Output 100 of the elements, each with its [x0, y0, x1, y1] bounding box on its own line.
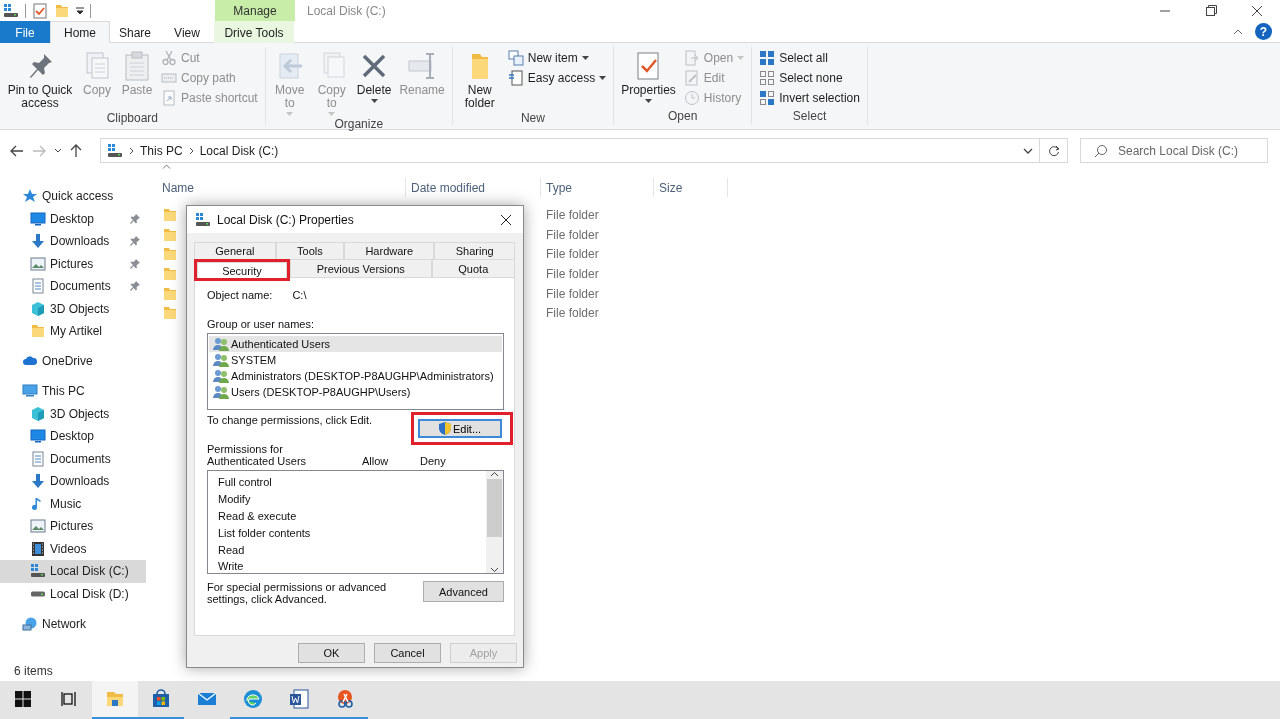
- table-cell: File folder: [546, 227, 599, 242]
- nav-item[interactable]: OneDrive: [0, 350, 146, 373]
- ribbon-button[interactable]: Delete: [353, 47, 395, 104]
- advanced-button[interactable]: Advanced: [423, 581, 504, 602]
- ribbon-tab[interactable]: Share: [110, 21, 160, 43]
- dialog-tab[interactable]: Hardware: [344, 242, 435, 259]
- nav-item[interactable]: Pictures: [0, 515, 146, 538]
- nav-item[interactable]: Quick access: [0, 185, 146, 208]
- ribbon-tab[interactable]: Home: [50, 21, 110, 43]
- search-icon: [1094, 144, 1108, 158]
- start-icon[interactable]: [15, 691, 31, 707]
- nav-item[interactable]: Videos: [0, 537, 146, 560]
- ribbon-tab[interactable]: View: [160, 21, 214, 43]
- up-icon[interactable]: [70, 143, 82, 158]
- ribbon-button[interactable]: New item: [504, 48, 610, 68]
- nav-item[interactable]: Desktop: [0, 207, 146, 230]
- nav-item[interactable]: Downloads: [0, 470, 146, 493]
- nav-item[interactable]: Local Disk (D:): [0, 582, 146, 605]
- pin-icon: [130, 236, 140, 247]
- new-item-icon: [507, 50, 524, 66]
- invert-selection-icon: [759, 90, 776, 106]
- dialog-button[interactable]: OK: [298, 643, 365, 663]
- breadcrumb[interactable]: This PC: [140, 143, 183, 158]
- dialog-button[interactable]: Cancel: [374, 643, 441, 663]
- dialog-tab[interactable]: General: [194, 242, 276, 259]
- back-icon[interactable]: [10, 144, 24, 157]
- edge-icon: [241, 687, 265, 711]
- users-icon: [213, 384, 229, 400]
- group-label: Open: [666, 109, 699, 125]
- table-cell: File folder: [546, 306, 599, 321]
- ribbon-button[interactable]: Select all: [756, 48, 863, 68]
- user-list-item[interactable]: Users (DESKTOP-P8AUGHP\Users): [209, 384, 502, 400]
- ribbon-tab[interactable]: File: [0, 21, 50, 43]
- ribbon-button[interactable]: Pin to Quick access: [4, 47, 76, 111]
- nav-item[interactable]: Desktop: [0, 425, 146, 448]
- permissions-label: Permissions for Authenticated Users: [207, 443, 308, 467]
- caret-up-icon: [490, 471, 499, 477]
- permission-name: Modify: [218, 492, 252, 508]
- dialog-tab[interactable]: Quota: [431, 259, 515, 277]
- column-header[interactable]: Name: [162, 178, 406, 197]
- dialog-title: Local Disk (C:) Properties: [217, 212, 354, 227]
- nav-item[interactable]: 3D Objects: [0, 402, 146, 425]
- ribbon-button[interactable]: New folder: [456, 47, 503, 111]
- chevron-right-icon: [188, 146, 194, 155]
- caret-down-icon[interactable]: [54, 147, 62, 154]
- column-header: Allow: [362, 455, 390, 467]
- user-list-item[interactable]: Authenticated Users: [209, 336, 502, 352]
- caret-down-icon[interactable]: [76, 6, 84, 15]
- caret-down-icon[interactable]: [1023, 147, 1033, 154]
- nav-item[interactable]: This PC: [0, 380, 146, 403]
- user-list-item[interactable]: SYSTEM: [209, 352, 502, 368]
- select-all-icon: [759, 50, 776, 66]
- nav-item[interactable]: Music: [0, 492, 146, 515]
- dialog-tab[interactable]: Sharing: [434, 242, 515, 259]
- users-icon: [213, 336, 229, 352]
- dialog-tab[interactable]: Tools: [275, 242, 345, 259]
- ribbon-button[interactable]: Select none: [756, 68, 863, 88]
- nav-item[interactable]: My Artikel: [0, 320, 146, 343]
- table-cell: File folder: [546, 207, 599, 222]
- ribbon-button[interactable]: Properties: [618, 47, 679, 104]
- checklist-icon[interactable]: [32, 2, 48, 19]
- group-label: Clipboard: [105, 111, 160, 125]
- nav-item[interactable]: Local Disk (C:): [0, 560, 146, 583]
- breadcrumb[interactable]: Local Disk (C:): [199, 143, 279, 158]
- drive-icon: [30, 563, 46, 580]
- column-header[interactable]: Type: [541, 178, 654, 197]
- nav-item[interactable]: Documents: [0, 447, 146, 470]
- task-view-icon[interactable]: [61, 691, 77, 707]
- down-arrow-icon: [30, 233, 46, 250]
- open-icon: [683, 50, 700, 66]
- user-list-item[interactable]: Administrators (DESKTOP-P8AUGHP\Administrators): [209, 368, 502, 384]
- ribbon-button[interactable]: Easy access: [504, 68, 610, 88]
- item-count: 6 items: [14, 663, 53, 678]
- address-bar[interactable]: This PC Local Disk (C:): [100, 138, 1040, 163]
- caret-down-icon: [328, 112, 336, 116]
- down-arrow-icon: [30, 473, 46, 490]
- user-list[interactable]: Authenticated Users SYSTEM Administrators (DESKTOP-P8AUGHP\Administrators) Users (DESKTOP-P8AUGHP\Users): [207, 333, 504, 410]
- table-cell: File folder: [546, 286, 599, 301]
- help-button[interactable]: ?: [1255, 23, 1272, 40]
- caret-down-icon: [490, 567, 499, 573]
- dialog-tab[interactable]: Previous Versions: [290, 259, 432, 277]
- column-header[interactable]: Date modified: [406, 178, 541, 197]
- collapse-ribbon-icon[interactable]: [1233, 28, 1243, 35]
- nav-item[interactable]: 3D Objects: [0, 297, 146, 320]
- nav-item[interactable]: Network: [0, 612, 146, 635]
- search-field[interactable]: Search Local Disk (C:): [1080, 138, 1268, 163]
- caret-down-icon: [644, 99, 652, 103]
- group-label: New: [519, 111, 546, 125]
- dialog-tab[interactable]: Security: [197, 262, 287, 278]
- refresh-icon[interactable]: [1047, 144, 1060, 157]
- edit-button[interactable]: Edit...: [418, 419, 502, 438]
- taskbar-app[interactable]: [92, 681, 138, 719]
- column-header[interactable]: Size: [654, 178, 728, 197]
- nav-item[interactable]: Documents: [0, 275, 146, 298]
- scrollbar[interactable]: [486, 471, 503, 573]
- nav-item[interactable]: Pictures: [0, 252, 146, 275]
- ribbon-tab[interactable]: Drive Tools: [214, 21, 294, 43]
- ribbon-button[interactable]: Invert selection: [756, 88, 863, 108]
- picture-icon: [30, 255, 46, 272]
- nav-item[interactable]: Downloads: [0, 230, 146, 253]
